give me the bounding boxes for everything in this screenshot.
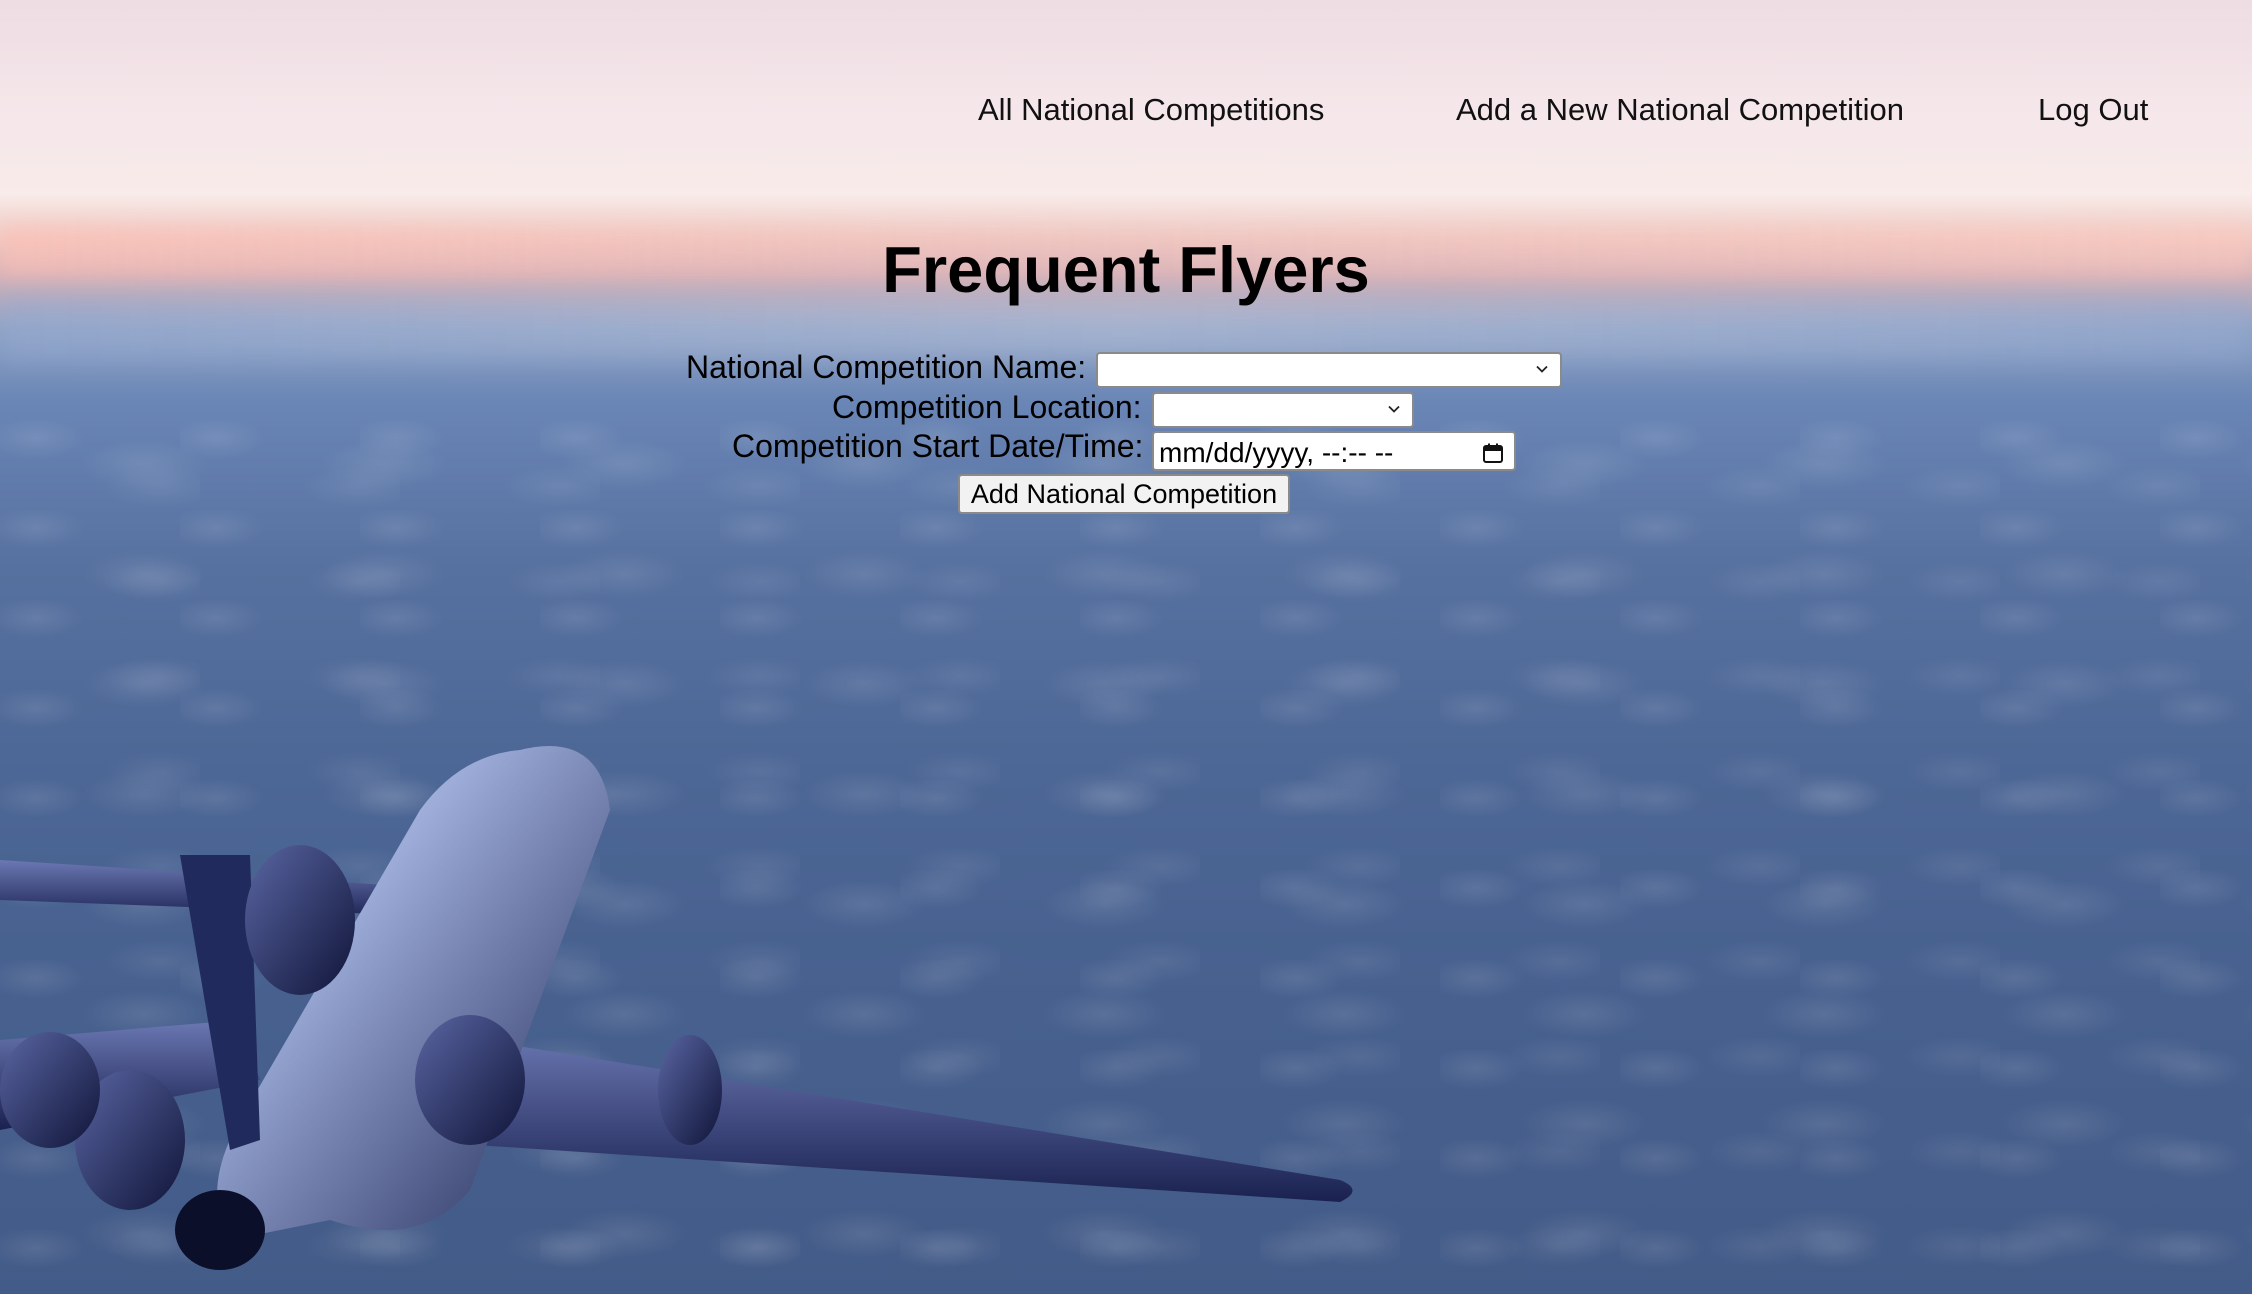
form-row-start: Competition Start Date/Time: mm/dd/yyyy,… [0, 427, 2252, 471]
form-row-name: National Competition Name: [0, 348, 2252, 388]
nav-link-logout[interactable]: Log Out [2038, 92, 2148, 128]
chevron-down-icon [1388, 405, 1400, 413]
competition-name-label: National Competition Name: [686, 349, 1087, 385]
page-title: Frequent Flyers [882, 233, 1370, 306]
competition-location-select[interactable] [1152, 392, 1414, 428]
add-competition-button[interactable]: Add National Competition [958, 474, 1290, 514]
chevron-down-icon [1536, 365, 1548, 373]
competition-start-datetime-input[interactable]: mm/dd/yyyy, --:-- -- [1152, 431, 1516, 471]
nav-link-all-competitions[interactable]: All National Competitions [978, 92, 1324, 128]
competition-location-label: Competition Location: [832, 389, 1142, 425]
competition-start-label: Competition Start Date/Time: [732, 428, 1144, 464]
datetime-placeholder: mm/dd/yyyy, --:-- -- [1159, 437, 1394, 468]
top-nav: All National Competitions Add a New Nati… [0, 92, 2252, 132]
competition-name-select[interactable] [1096, 352, 1562, 388]
calendar-icon[interactable] [1482, 442, 1504, 464]
airplane-image [0, 746, 1353, 1270]
nav-link-add-competition[interactable]: Add a New National Competition [1456, 92, 1904, 128]
form-row-location: Competition Location: [0, 388, 2252, 428]
